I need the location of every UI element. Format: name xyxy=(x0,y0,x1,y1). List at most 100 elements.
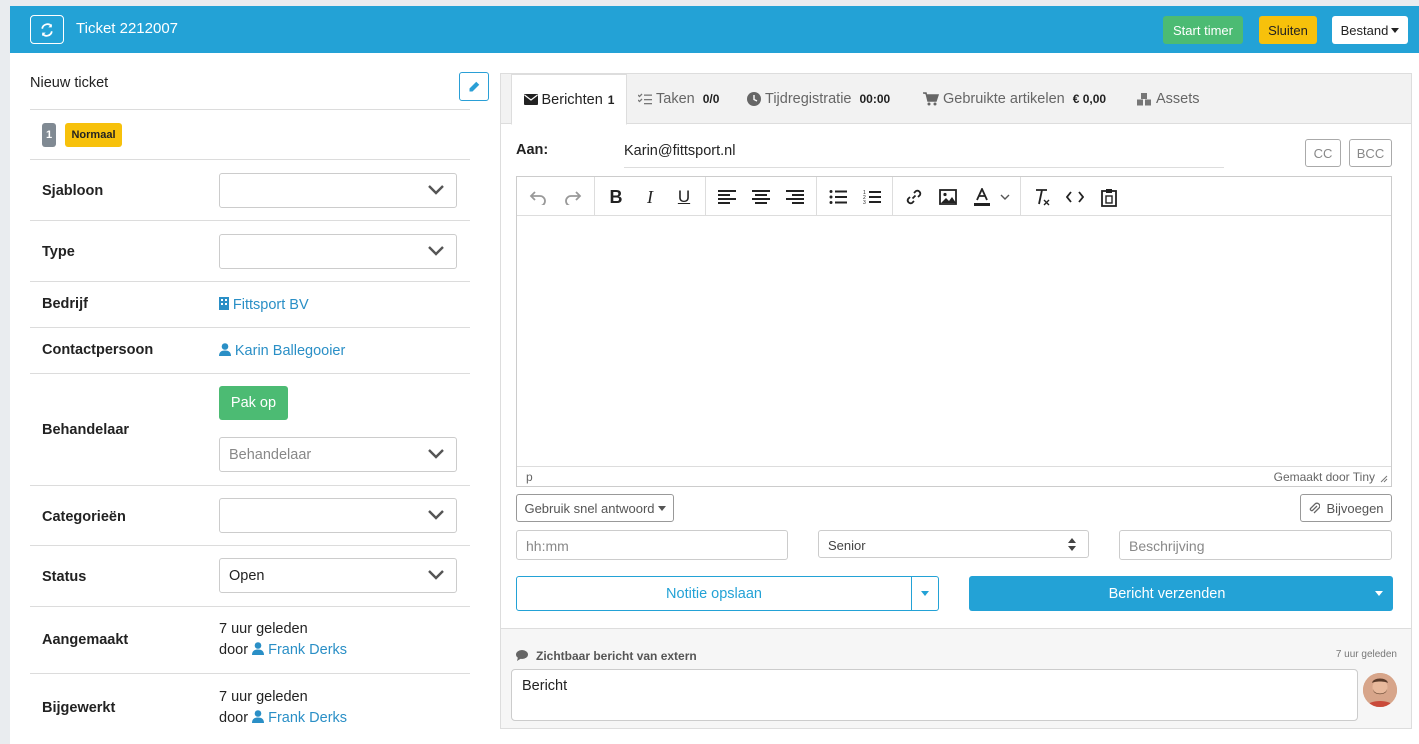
tab-berichten-count: 1 xyxy=(607,92,615,107)
send-message-dropdown[interactable] xyxy=(1365,576,1393,611)
company-name: Fittsport BV xyxy=(232,297,309,313)
bcc-button[interactable]: BCC xyxy=(1349,139,1392,167)
bedrijf-row: Bedrijf Fittsport BV xyxy=(30,281,470,327)
cc-button[interactable]: CC xyxy=(1305,139,1341,167)
image-icon[interactable] xyxy=(936,185,960,209)
behandelaar-label: Behandelaar xyxy=(42,422,130,438)
numbered-list-icon[interactable]: 123 xyxy=(860,185,884,209)
recipient-underline xyxy=(624,167,1224,168)
company-link[interactable]: Fittsport BV xyxy=(219,296,309,313)
priority-badge: Normaal xyxy=(65,123,122,147)
editor-toolbar: B I U 123 xyxy=(517,177,1391,216)
recipient-input[interactable]: Karin@fittsport.nl xyxy=(624,143,735,159)
code-icon[interactable] xyxy=(1063,185,1087,209)
bullet-list-icon[interactable] xyxy=(826,185,850,209)
behandelaar-select[interactable]: Behandelaar xyxy=(219,437,457,472)
paste-icon[interactable] xyxy=(1097,185,1121,209)
level-select[interactable]: Senior xyxy=(818,530,1089,558)
svg-text:3: 3 xyxy=(863,200,866,205)
contact-label: Contactpersoon xyxy=(42,342,154,358)
status-select[interactable]: Open xyxy=(219,558,457,593)
left-strip xyxy=(0,0,10,744)
pak-op-button[interactable]: Pak op xyxy=(219,386,288,420)
door-label: door xyxy=(219,642,249,658)
file-menu-button[interactable]: Bestand xyxy=(1332,16,1408,44)
tab-gebruikte-artikelen[interactable]: Gebruikte artikelen € 0,00 xyxy=(923,74,1106,124)
tab-assets[interactable]: Assets xyxy=(1137,74,1200,124)
aangemaakt-label: Aangemaakt xyxy=(42,632,129,648)
behandelaar-placeholder: Behandelaar xyxy=(229,447,312,463)
message-thread: Zichtbaar bericht van extern 7 uur geled… xyxy=(501,628,1411,728)
save-note-dropdown[interactable] xyxy=(911,577,938,610)
edit-ticket-button[interactable] xyxy=(459,72,489,101)
chevron-down-icon xyxy=(428,185,444,195)
level-value: Senior xyxy=(828,538,866,553)
attach-button[interactable]: Bijvoegen xyxy=(1300,494,1392,522)
refresh-button[interactable] xyxy=(30,15,64,44)
send-message-button[interactable]: Bericht verzenden xyxy=(969,576,1365,611)
chevron-down-icon[interactable] xyxy=(996,185,1014,209)
ticket-subtitle: Nieuw ticket xyxy=(30,75,109,91)
contact-link[interactable]: Karin Ballegooier xyxy=(219,342,345,359)
close-ticket-button[interactable]: Sluiten xyxy=(1259,16,1317,44)
align-right-icon[interactable] xyxy=(783,185,807,209)
chevron-down-icon xyxy=(428,510,444,520)
type-select[interactable] xyxy=(219,234,457,269)
tab-bar: Berichten 1 Taken 0/0 Tijdregistratie 00… xyxy=(501,74,1411,125)
link-icon[interactable] xyxy=(902,185,926,209)
refresh-icon xyxy=(41,22,53,37)
align-center-icon[interactable] xyxy=(749,185,773,209)
caret-down-icon xyxy=(1391,27,1400,33)
clear-format-icon[interactable] xyxy=(1030,185,1054,209)
cart-icon xyxy=(923,92,939,106)
bijgewerkt-user-link[interactable]: Frank Derks xyxy=(268,710,347,726)
tab-taken[interactable]: Taken 0/0 xyxy=(638,74,719,124)
status-value: Open xyxy=(229,568,265,584)
toolbar-separator xyxy=(816,177,817,216)
envelope-icon xyxy=(523,94,538,105)
underline-icon[interactable]: U xyxy=(672,185,696,209)
undo-icon[interactable] xyxy=(526,185,550,209)
description-input[interactable]: Beschrijving xyxy=(1119,530,1392,560)
user-tie-icon xyxy=(252,710,265,723)
chevron-down-icon xyxy=(428,570,444,580)
categorieen-select[interactable] xyxy=(219,498,457,533)
message-bubble: Bericht xyxy=(511,669,1358,721)
caret-down-icon xyxy=(1375,591,1383,596)
sort-icon xyxy=(1068,538,1076,551)
message-time: 7 uur geleden xyxy=(1335,649,1397,660)
bold-icon[interactable]: B xyxy=(604,185,628,209)
time-input[interactable]: hh:mm xyxy=(516,530,788,560)
type-label: Type xyxy=(42,244,75,260)
tab-tijd-label: Tijdregistratie xyxy=(765,91,852,107)
file-menu-label: Bestand xyxy=(1340,22,1389,38)
cubes-icon xyxy=(1137,92,1151,105)
communication-panel: Berichten 1 Taken 0/0 Tijdregistratie 00… xyxy=(500,73,1412,729)
priority-row: 1 Normaal xyxy=(30,109,470,159)
tab-artikelen-label: Gebruikte artikelen xyxy=(943,91,1065,107)
rich-text-editor[interactable]: B I U 123 p Gemaakt door Tiny xyxy=(516,176,1392,487)
toolbar-separator xyxy=(892,177,893,216)
text-color-icon[interactable] xyxy=(970,185,994,209)
tab-berichten[interactable]: Berichten 1 xyxy=(511,74,627,125)
tab-tijdregistratie[interactable]: Tijdregistratie 00:00 xyxy=(747,74,890,124)
caret-down-icon xyxy=(657,505,666,511)
save-note-group: Notitie opslaan xyxy=(516,576,939,611)
start-timer-button[interactable]: Start timer xyxy=(1163,16,1243,44)
align-left-icon[interactable] xyxy=(715,185,739,209)
status-row: Status Open xyxy=(30,545,470,606)
aangemaakt-user-link[interactable]: Frank Derks xyxy=(268,642,347,658)
contact-name: Karin Ballegooier xyxy=(234,343,346,359)
quick-reply-button[interactable]: Gebruik snel antwoord xyxy=(516,494,674,522)
pencil-icon xyxy=(469,81,480,91)
bijgewerkt-row: Bijgewerkt 7 uur geleden door Frank Derk… xyxy=(30,673,470,744)
tiny-credit: Gemaakt door Tiny xyxy=(1273,470,1375,484)
save-note-button[interactable]: Notitie opslaan xyxy=(517,577,912,610)
resize-handle-icon[interactable] xyxy=(1380,475,1388,483)
redo-icon[interactable] xyxy=(561,185,585,209)
toolbar-separator xyxy=(705,177,706,216)
italic-icon[interactable]: I xyxy=(638,185,662,209)
quick-reply-label: Gebruik snel antwoord xyxy=(524,500,655,516)
sjabloon-select[interactable] xyxy=(219,173,457,208)
send-message-group: Bericht verzenden xyxy=(969,576,1393,611)
